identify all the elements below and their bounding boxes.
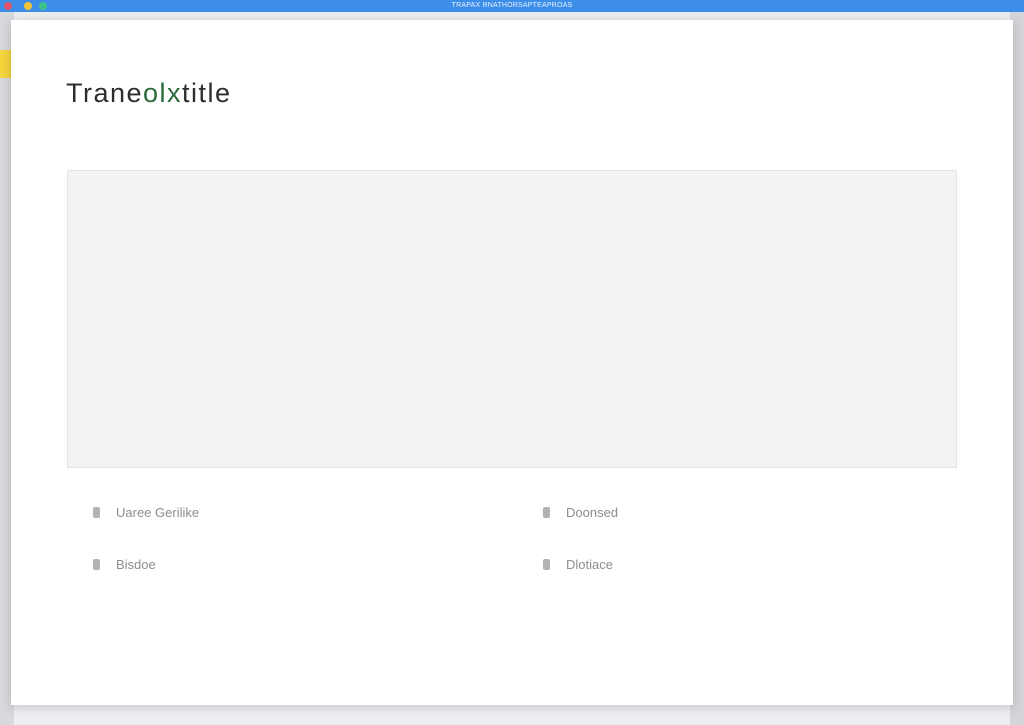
option-label: Doonsed bbox=[566, 504, 619, 520]
dialog-title-end: title bbox=[182, 78, 232, 108]
preview-panel bbox=[67, 170, 957, 468]
option-item[interactable]: Bisdoe bbox=[93, 554, 156, 574]
dialog-title-start: Trane bbox=[66, 78, 144, 108]
option-item[interactable]: Doonsed bbox=[543, 502, 618, 522]
checkbox-icon[interactable] bbox=[543, 558, 550, 570]
checkbox-icon[interactable] bbox=[93, 558, 100, 570]
window-title: TRAPAX RNATHORSAPTEAPROAS bbox=[451, 2, 573, 9]
checkbox-icon[interactable] bbox=[543, 506, 550, 518]
dialog: Traneolxtitle Uaree Gerilike Doonsed Bis… bbox=[11, 20, 1013, 705]
dialog-title: Traneolxtitle bbox=[66, 78, 232, 109]
option-label: Bisdoe bbox=[116, 556, 156, 572]
option-item[interactable]: Uaree Gerilike bbox=[93, 502, 199, 522]
dialog-title-mid: olx bbox=[143, 78, 183, 108]
option-label: Uaree Gerilike bbox=[116, 504, 200, 520]
option-item[interactable]: Dlotiace bbox=[543, 554, 613, 574]
checkbox-icon[interactable] bbox=[93, 506, 100, 518]
option-label: Dlotiace bbox=[566, 556, 613, 572]
window-titlebar: TRAPAX RNATHORSAPTEAPROAS bbox=[0, 0, 1024, 12]
